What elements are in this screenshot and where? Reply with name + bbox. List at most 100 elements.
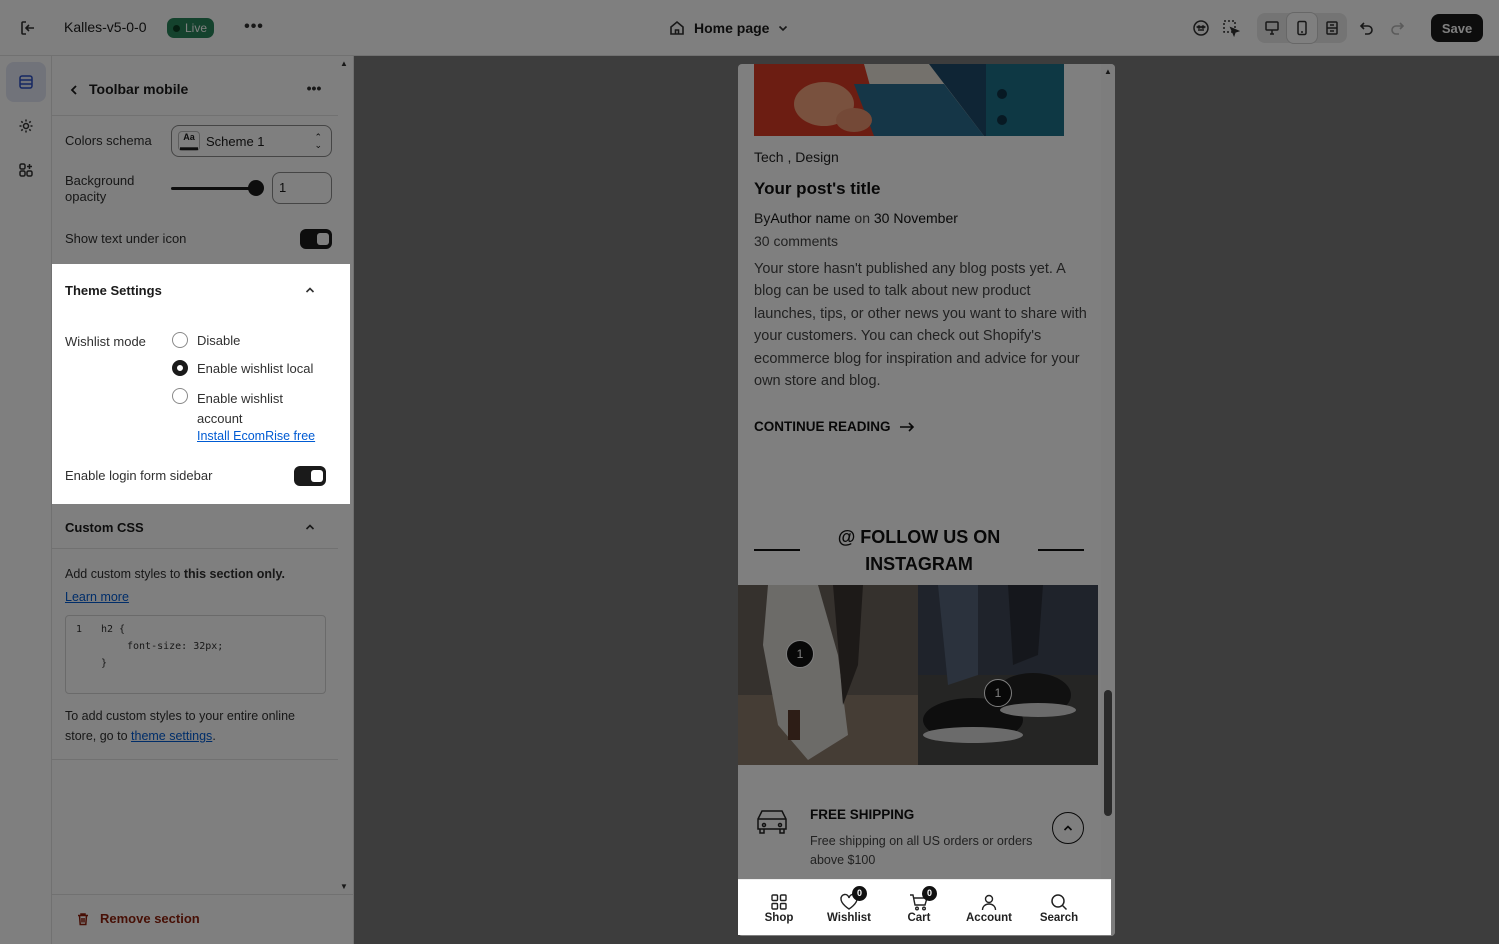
css-code-editor[interactable]: 1 h2 { font-size: 32px; }	[65, 615, 326, 694]
back-to-top-button[interactable]	[1052, 812, 1084, 844]
radio-wishlist-local[interactable]	[172, 360, 188, 376]
store-more-button[interactable]: •••	[242, 16, 266, 40]
show-text-toggle[interactable]	[300, 229, 332, 249]
page-picker[interactable]: Home page	[668, 16, 789, 40]
settings-panel: ▲ Toolbar mobile ••• Colors schema Aa ▬▬ …	[52, 56, 354, 944]
toolbar-label: Account	[966, 912, 1012, 924]
panel-title: Toolbar mobile	[89, 81, 189, 97]
chevron-up-icon	[1063, 825, 1073, 831]
byline-on: on	[850, 210, 874, 226]
panel-more-button[interactable]: •••	[302, 77, 326, 101]
continue-reading-link[interactable]: CONTINUE READING	[754, 419, 915, 434]
mobile-view-icon[interactable]	[1287, 13, 1317, 43]
dim-overlay	[738, 935, 1111, 944]
preview-scrollbar[interactable]: ▲ ▼	[1101, 64, 1115, 936]
bg-opacity-slider-track[interactable]	[171, 187, 257, 190]
mobile-toolbar: Shop 0 Wishlist 0 Cart Account Search	[738, 879, 1111, 935]
instagram-count-badge: 1	[984, 679, 1012, 707]
panel-header: Toolbar mobile •••	[52, 64, 338, 116]
live-badge: Live	[167, 18, 215, 38]
custom-css-footer-suffix: .	[212, 729, 216, 743]
toolbar-item-account[interactable]: Account	[954, 880, 1024, 936]
save-button[interactable]: Save	[1431, 14, 1483, 42]
theme-settings-title: Theme Settings	[65, 283, 162, 298]
viewport-toggle-group	[1257, 13, 1347, 43]
scroll-up-icon[interactable]: ▲	[1104, 67, 1112, 76]
toolbar-item-wishlist[interactable]: 0 Wishlist	[814, 880, 884, 936]
inspector-icon[interactable]	[1216, 13, 1246, 43]
live-dot-icon	[173, 24, 180, 32]
back-arrow-icon[interactable]	[62, 78, 86, 102]
install-ecomrise-link[interactable]: Install EcomRise free	[197, 429, 315, 443]
radio-disable[interactable]	[172, 332, 188, 348]
ai-sidekick-icon[interactable]	[1186, 13, 1216, 43]
instagram-count-badge: 1	[786, 640, 814, 668]
trash-icon	[78, 912, 88, 925]
code-line: }	[101, 658, 108, 669]
instagram-photo[interactable]: 1	[738, 585, 918, 765]
login-sidebar-toggle[interactable]	[294, 466, 326, 486]
panel-scroll-up-icon[interactable]: ▲	[340, 59, 348, 68]
free-shipping-block: FREE SHIPPING Free shipping on all US or…	[754, 804, 1084, 867]
toolbar-label: Shop	[764, 912, 794, 924]
heading-line-left	[754, 549, 800, 551]
instagram-photo[interactable]: 1	[918, 585, 1098, 765]
colors-schema-select[interactable]: Aa ▬▬ Scheme 1 ⌃ ⌄	[171, 125, 332, 157]
search-icon	[1050, 892, 1068, 912]
redo-icon[interactable]	[1382, 13, 1412, 43]
code-line: h2 {	[101, 624, 126, 635]
sections-icon[interactable]	[6, 62, 46, 102]
learn-more-link[interactable]: Learn more	[65, 590, 129, 604]
top-bar: Kalles-v5-0-0 Live ••• Home page Save	[0, 0, 1499, 56]
theme-settings-section: Theme Settings Wishlist mode Disable Ena…	[52, 264, 350, 504]
toolbar-item-cart[interactable]: 0 Cart	[884, 880, 954, 936]
radio-disable-label: Disable	[197, 333, 241, 348]
code-line-number: 1	[76, 624, 83, 635]
remove-section-button[interactable]: Remove section	[76, 911, 200, 926]
left-rail	[0, 56, 52, 944]
store-name: Kalles-v5-0-0	[64, 19, 147, 35]
custom-css-intro-bold: this section only.	[183, 567, 285, 581]
exit-icon[interactable]	[14, 14, 42, 42]
settings-gear-icon[interactable]	[6, 106, 46, 146]
undo-icon[interactable]	[1352, 13, 1382, 43]
follow-us-heading: @ FOLLOW US ON INSTAGRAM	[837, 527, 1001, 574]
scrollbar-thumb[interactable]	[1104, 690, 1112, 816]
shipping-description: Free shipping on all US orders or orders…	[810, 834, 1033, 867]
chevron-down-icon	[779, 25, 788, 32]
instagram-heading: @ FOLLOW US ON INSTAGRAM	[754, 523, 1084, 579]
custom-css-intro: Add custom styles to this section only.	[65, 567, 285, 581]
bg-opacity-slider-thumb[interactable]	[248, 180, 264, 196]
custom-css-footer: To add custom styles to your entire onli…	[65, 706, 325, 746]
bg-opacity-label: Background opacity	[65, 173, 135, 204]
apps-icon[interactable]	[6, 150, 46, 190]
grid-icon	[770, 892, 788, 912]
blog-post-image	[754, 64, 1064, 136]
select-chevron-icon: ⌃ ⌄	[314, 132, 322, 150]
color-scheme-swatch-icon: Aa ▬▬	[178, 131, 200, 152]
panel-scroll-down-icon[interactable]: ▼	[340, 882, 348, 891]
post-title[interactable]: Your post's title	[754, 179, 881, 199]
radio-wishlist-account[interactable]	[172, 388, 188, 404]
theme-settings-link[interactable]: theme settings	[131, 729, 212, 743]
toolbar-label: Cart	[907, 912, 931, 924]
fullscreen-view-icon[interactable]	[1317, 13, 1347, 43]
post-categories[interactable]: Tech , Design	[754, 149, 839, 165]
show-text-label: Show text under icon	[65, 231, 187, 246]
desktop-view-icon[interactable]	[1257, 13, 1287, 43]
post-excerpt: Your store hasn't published any blog pos…	[754, 261, 1087, 390]
chevron-up-icon[interactable]	[304, 521, 316, 533]
page-picker-label: Home page	[694, 20, 770, 36]
byline-date: 30 November	[873, 210, 958, 226]
chevron-up-icon[interactable]	[304, 284, 316, 296]
byline-prefix: By	[754, 210, 771, 226]
custom-css-title: Custom CSS	[65, 520, 144, 535]
toolbar-item-search[interactable]: Search	[1024, 880, 1094, 936]
bg-opacity-input[interactable]: 1	[272, 172, 332, 204]
continue-reading-label: CONTINUE READING	[754, 419, 891, 434]
colors-schema-label: Colors schema	[65, 133, 152, 148]
code-line: font-size: 32px;	[127, 641, 224, 652]
toolbar-item-shop[interactable]: Shop	[744, 880, 814, 936]
radio-wishlist-local-label: Enable wishlist local	[197, 361, 314, 376]
dim-overlay	[1111, 879, 1499, 944]
